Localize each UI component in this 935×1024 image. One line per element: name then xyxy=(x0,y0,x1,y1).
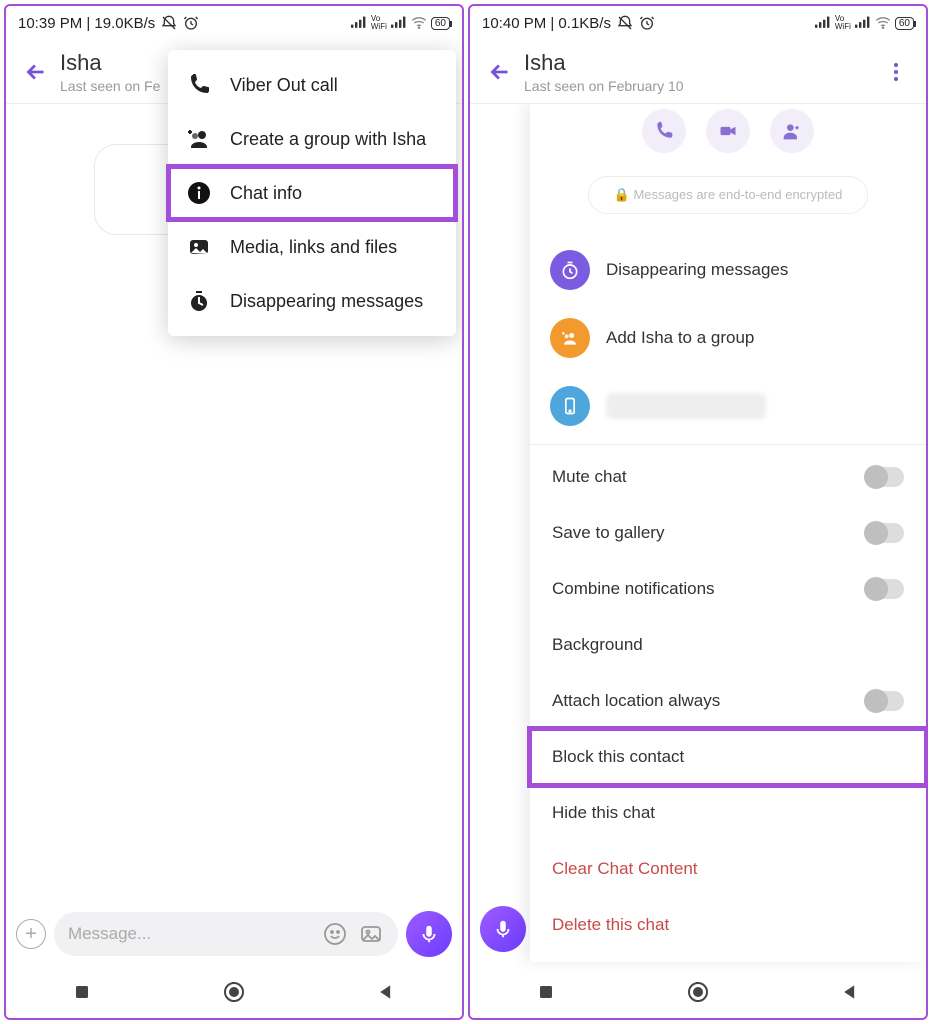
info-disappearing[interactable]: Disappearing messages xyxy=(530,236,926,304)
chat-header: Isha Last seen on February 10 xyxy=(470,40,926,104)
timer-icon xyxy=(186,288,212,314)
encryption-notice: 🔒 Messages are end-to-end encrypted xyxy=(588,176,868,214)
overflow-menu: Viber Out call Create a group with Isha … xyxy=(168,50,456,336)
signal-icon xyxy=(815,15,831,31)
message-input[interactable]: Message... xyxy=(54,912,398,956)
call-button[interactable] xyxy=(642,109,686,153)
setting-clear[interactable]: Clear Chat Content xyxy=(530,841,926,897)
info-phone[interactable] xyxy=(530,372,926,440)
menu-label: Media, links and files xyxy=(230,237,397,258)
status-time: 10:39 PM | 19.0KB/s xyxy=(18,15,155,32)
menu-chat-info[interactable]: Chat info xyxy=(168,166,456,220)
wifi-icon xyxy=(875,15,891,31)
group-add-icon xyxy=(186,126,212,152)
phone-right: 10:40 PM | 0.1KB/s VoWiFi 60 Isha Last s… xyxy=(468,4,928,1020)
phone-icon xyxy=(550,386,590,426)
vowifi-icon: VoWiFi xyxy=(835,15,851,31)
status-time: 10:40 PM | 0.1KB/s xyxy=(482,15,611,32)
back-button[interactable] xyxy=(16,52,56,92)
home-icon[interactable] xyxy=(220,978,248,1006)
menu-label: Create a group with Isha xyxy=(230,129,426,150)
menu-create-group[interactable]: Create a group with Isha xyxy=(168,112,456,166)
setting-save-gallery[interactable]: Save to gallery xyxy=(530,505,926,561)
timer-icon xyxy=(550,250,590,290)
signal2-icon xyxy=(391,15,407,31)
menu-label: Chat info xyxy=(230,183,302,204)
back-nav-icon[interactable] xyxy=(372,978,400,1006)
vowifi-icon: VoWiFi xyxy=(371,15,387,31)
battery-icon: 60 xyxy=(431,17,450,30)
chat-info-panel: 🔒 Messages are end-to-end encrypted Disa… xyxy=(530,104,926,962)
phone-number-blurred xyxy=(606,393,766,419)
divider xyxy=(530,444,926,445)
setting-block[interactable]: Block this contact xyxy=(530,729,926,785)
setting-hide[interactable]: Hide this chat xyxy=(530,785,926,841)
home-icon[interactable] xyxy=(684,978,712,1006)
info-label: Add Isha to a group xyxy=(606,328,754,348)
battery-icon: 60 xyxy=(895,17,914,30)
back-nav-icon[interactable] xyxy=(836,978,864,1006)
signal-icon xyxy=(351,15,367,31)
emoji-icon[interactable] xyxy=(322,921,348,947)
toggle[interactable] xyxy=(864,467,904,487)
media-icon xyxy=(186,234,212,260)
header-text[interactable]: Isha Last seen on February 10 xyxy=(520,50,876,94)
toggle[interactable] xyxy=(864,579,904,599)
last-seen: Last seen on February 10 xyxy=(524,78,876,94)
info-add-group[interactable]: Add Isha to a group xyxy=(530,304,926,372)
setting-mute[interactable]: Mute chat xyxy=(530,449,926,505)
info-icon xyxy=(186,180,212,206)
voice-button[interactable] xyxy=(480,906,526,952)
add-contact-button[interactable] xyxy=(770,109,814,153)
status-bar: 10:39 PM | 19.0KB/s VoWiFi 60 xyxy=(6,6,462,40)
setting-label: Save to gallery xyxy=(552,523,664,543)
signal2-icon xyxy=(855,15,871,31)
setting-label: Clear Chat Content xyxy=(552,859,698,879)
setting-label: Mute chat xyxy=(552,467,627,487)
gallery-icon[interactable] xyxy=(358,921,384,947)
message-input-bar: + Message... xyxy=(6,906,462,962)
setting-combine[interactable]: Combine notifications xyxy=(530,561,926,617)
toggle[interactable] xyxy=(864,523,904,543)
mute-icon xyxy=(161,15,177,31)
contact-name: Isha xyxy=(524,50,876,76)
android-nav xyxy=(470,966,926,1018)
setting-label: Delete this chat xyxy=(552,915,669,935)
phone-left: 10:39 PM | 19.0KB/s VoWiFi 60 Isha Last xyxy=(4,4,464,1020)
setting-label: Attach location always xyxy=(552,691,720,711)
recents-icon[interactable] xyxy=(532,978,560,1006)
status-bar: 10:40 PM | 0.1KB/s VoWiFi 60 xyxy=(470,6,926,40)
menu-label: Disappearing messages xyxy=(230,291,423,312)
recents-icon[interactable] xyxy=(68,978,96,1006)
info-actions xyxy=(530,104,926,154)
setting-label: Block this contact xyxy=(552,747,684,767)
chat-body: 🔒 Messages are end-to-end encrypted Disa… xyxy=(470,104,926,1018)
alarm-icon xyxy=(183,15,199,31)
menu-viber-out[interactable]: Viber Out call xyxy=(168,58,456,112)
menu-media[interactable]: Media, links and files xyxy=(168,220,456,274)
menu-label: Viber Out call xyxy=(230,75,338,96)
input-placeholder: Message... xyxy=(68,924,312,944)
voice-button[interactable] xyxy=(406,911,452,957)
setting-background[interactable]: Background xyxy=(530,617,926,673)
setting-delete[interactable]: Delete this chat xyxy=(530,897,926,953)
phone-out-icon xyxy=(186,72,212,98)
toggle[interactable] xyxy=(864,691,904,711)
android-nav xyxy=(6,966,462,1018)
menu-disappearing[interactable]: Disappearing messages xyxy=(168,274,456,328)
setting-label: Background xyxy=(552,635,643,655)
more-button[interactable] xyxy=(876,60,916,84)
setting-label: Combine notifications xyxy=(552,579,715,599)
group-add-icon xyxy=(550,318,590,358)
video-button[interactable] xyxy=(706,109,750,153)
alarm-icon xyxy=(639,15,655,31)
back-button[interactable] xyxy=(480,52,520,92)
setting-attach-location[interactable]: Attach location always xyxy=(530,673,926,729)
setting-label: Hide this chat xyxy=(552,803,655,823)
mute-icon xyxy=(617,15,633,31)
attach-button[interactable]: + xyxy=(16,919,46,949)
info-label: Disappearing messages xyxy=(606,260,788,280)
wifi-icon xyxy=(411,15,427,31)
